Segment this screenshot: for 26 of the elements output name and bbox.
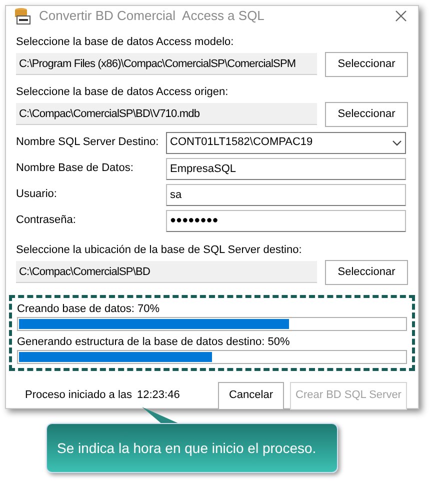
field-label: Seleccione la ubicación de la base de SQL Server destino: <box>16 242 303 258</box>
field-label: Seleccione la base de datos Access origen: <box>16 84 230 100</box>
progress-label: Generando estructura de la base de datos destino: 50% <box>17 334 291 350</box>
callout-bubble: Se indica la hora en que inicio el proceso. <box>46 423 338 473</box>
window-title: Convertir BD Comercial Access a SQL <box>39 7 266 25</box>
close-icon[interactable] <box>395 10 407 22</box>
field-label: Nombre Base de Datos: <box>16 161 134 176</box>
field-label: Nombre SQL Server Destino: <box>16 135 160 150</box>
cancel-button[interactable]: Cancelar <box>218 382 284 410</box>
path-field: C:\Compac\ComercialSP\BD\V710.mdb <box>16 103 317 125</box>
start-time: 12:23:46 <box>137 388 180 404</box>
progress-label: Creando base de datos: 70% <box>17 302 160 316</box>
chevron-down-icon <box>392 140 402 146</box>
field-label: Contraseña: <box>16 213 77 228</box>
password-field[interactable]: ●●●●●●●● <box>166 210 406 232</box>
server-dropdown[interactable]: CONT01LT1582\COMPAC19 <box>166 132 406 154</box>
select-button[interactable]: Seleccionar <box>325 52 408 76</box>
select-button[interactable]: Seleccionar <box>325 260 408 284</box>
field-label: Seleccione la base de datos Access modelo: <box>16 34 235 50</box>
input-field[interactable]: EmpresaSQL <box>166 158 406 180</box>
input-field[interactable]: sa <box>166 184 406 206</box>
status-text: Proceso iniciado a las <box>25 388 132 404</box>
path-field: C:\Compac\ComercialSP\BD <box>16 261 317 283</box>
field-label: Usuario: <box>16 187 58 202</box>
path-field: C:\Program Files (x86)\Compac\ComercialSP\ComercialSPM <box>16 53 317 75</box>
select-button[interactable]: Seleccionar <box>325 102 408 126</box>
